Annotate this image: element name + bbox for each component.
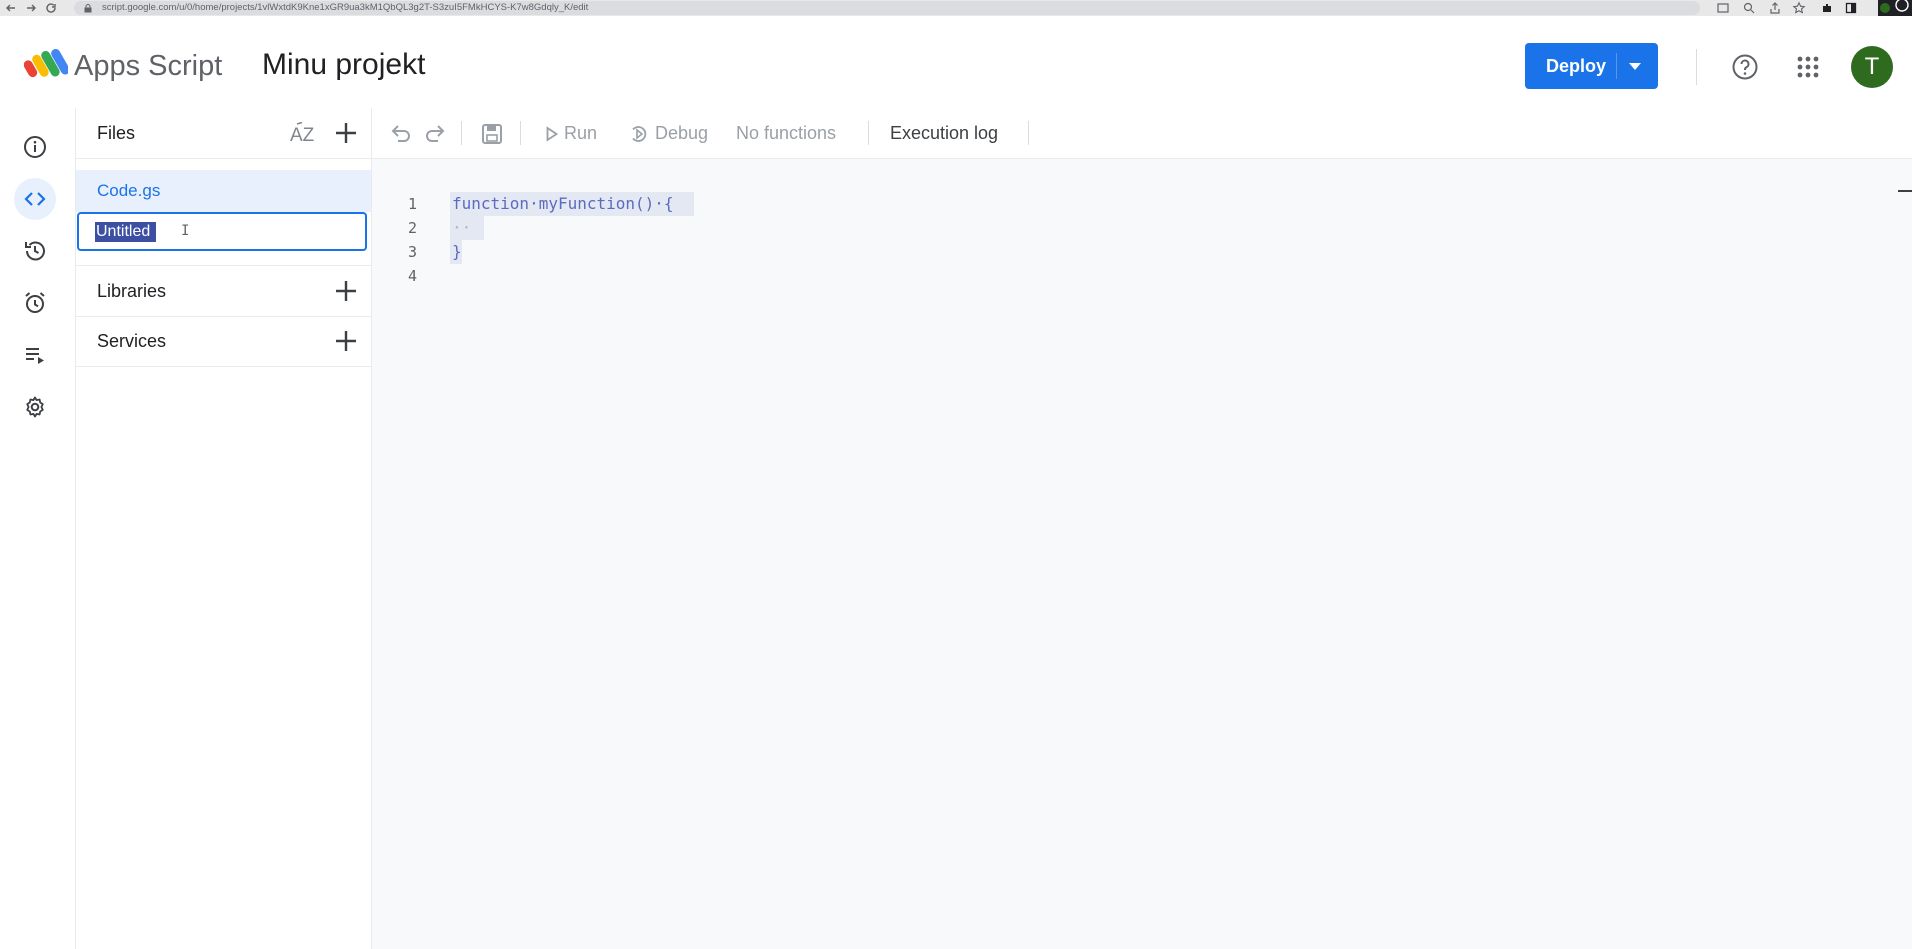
reload-icon[interactable]	[44, 1, 58, 15]
debug-icon	[628, 124, 650, 144]
debug-label: Debug	[655, 123, 709, 143]
bookmark-star-icon[interactable]	[1792, 1, 1806, 15]
avatar[interactable]: T	[1851, 46, 1893, 88]
svg-text:AZ: AZ	[290, 125, 315, 144]
sort-az-icon[interactable]: AZ	[290, 122, 318, 144]
deploy-label: Deploy	[1546, 56, 1607, 76]
url-text: script.google.com/u/0/home/projects/1vlW…	[102, 2, 589, 13]
code-line[interactable]: }	[452, 240, 462, 264]
files-title: Files	[97, 123, 136, 143]
toolbar-divider	[868, 121, 869, 145]
lock-icon	[84, 4, 92, 13]
app-header: Apps Script Minu projekt Deploy T	[0, 16, 1912, 109]
back-icon[interactable]	[4, 1, 18, 15]
run-button[interactable]: Run	[546, 108, 597, 158]
forward-icon[interactable]	[24, 1, 38, 15]
rail-item-overview[interactable]	[14, 126, 56, 168]
run-label: Run	[564, 123, 598, 143]
share-icon[interactable]	[1768, 1, 1782, 15]
left-rail	[0, 108, 76, 949]
extensions-icon[interactable]	[1820, 1, 1834, 15]
add-service-icon[interactable]	[335, 330, 357, 352]
line-number: 2	[407, 219, 417, 237]
save-icon[interactable]	[481, 123, 503, 145]
app-name[interactable]: Apps Script	[74, 48, 222, 84]
rail-item-editor[interactable]	[14, 178, 56, 220]
rename-file-input[interactable]	[96, 222, 336, 242]
file-name: Code.gs	[97, 181, 161, 200]
chevron-down-icon[interactable]	[1628, 60, 1642, 72]
files-header: Files AZ	[76, 108, 371, 159]
line-number: 1	[407, 195, 417, 213]
rail-item-executions[interactable]	[14, 334, 56, 376]
add-file-icon[interactable]	[335, 122, 357, 144]
zoom-icon[interactable]	[1742, 1, 1756, 15]
services-section: Services	[76, 316, 371, 367]
code-line[interactable]: ··	[452, 216, 471, 240]
toolbar-divider	[461, 121, 462, 145]
side-panel-icon[interactable]	[1844, 1, 1858, 15]
libraries-section: Libraries	[76, 265, 371, 317]
redo-icon[interactable]	[424, 123, 446, 143]
undo-icon[interactable]	[390, 123, 412, 143]
play-icon	[546, 126, 558, 142]
rail-item-triggers[interactable]	[14, 282, 56, 324]
rail-item-settings[interactable]	[14, 386, 56, 428]
project-title[interactable]: Minu projekt	[262, 47, 425, 83]
profile-corner[interactable]	[1878, 0, 1912, 16]
line-number: 4	[407, 267, 417, 285]
function-select[interactable]: No functions	[736, 108, 836, 158]
code-line[interactable]: function·myFunction()·{	[452, 192, 674, 216]
apps-grid-icon[interactable]	[1797, 56, 1819, 78]
text-cursor-icon: I	[181, 223, 190, 239]
deploy-divider	[1616, 53, 1617, 79]
header-divider	[1696, 49, 1697, 85]
add-library-icon[interactable]	[335, 280, 357, 302]
scrollbar-marker[interactable]	[1898, 190, 1912, 192]
libraries-label: Libraries	[97, 281, 167, 301]
files-panel: Files AZ Code.gs I Libraries Services	[76, 108, 372, 949]
execution-log-button[interactable]: Execution log	[890, 108, 998, 158]
line-number: 3	[407, 243, 417, 261]
rename-file-box[interactable]: I	[77, 212, 367, 251]
services-label: Services	[97, 331, 167, 351]
address-bar[interactable]: script.google.com/u/0/home/projects/1vlW…	[74, 1, 1700, 15]
toolbar-divider	[1028, 121, 1029, 145]
toolbar-divider	[520, 121, 521, 145]
deploy-button[interactable]: Deploy	[1525, 43, 1658, 89]
code-editor[interactable]: 1 2 3 4 function·myFunction()·{ ·· }	[372, 159, 1912, 949]
rail-item-history[interactable]	[14, 230, 56, 272]
file-item-code-gs[interactable]: Code.gs	[76, 170, 371, 212]
debug-button[interactable]: Debug	[628, 108, 708, 158]
apps-script-logo[interactable]	[24, 48, 68, 80]
editor-toolbar: Run Debug No functions Execution log	[372, 108, 1912, 159]
help-icon[interactable]	[1731, 53, 1759, 81]
browser-toolbar: script.google.com/u/0/home/projects/1vlW…	[0, 0, 1912, 16]
translate-icon[interactable]	[1716, 1, 1730, 15]
